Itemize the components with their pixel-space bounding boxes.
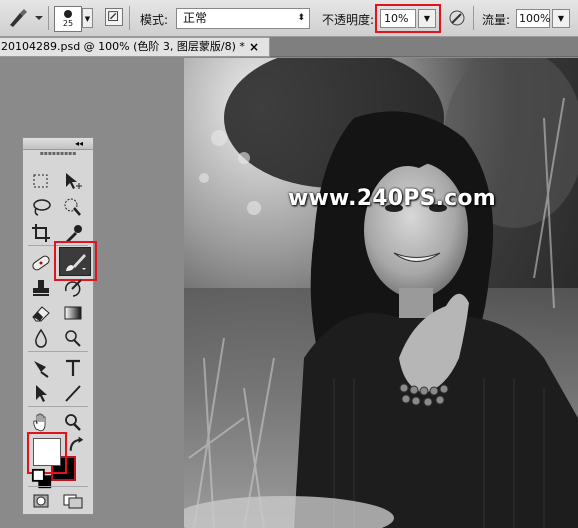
- mode-label: 模式:: [140, 13, 169, 27]
- zoom-icon[interactable]: [60, 411, 86, 433]
- pen-icon[interactable]: [28, 357, 54, 379]
- grip-icon[interactable]: ▪▪▪▪▪▪▪▪▪: [23, 150, 93, 158]
- crop-icon[interactable]: [28, 222, 54, 244]
- flow-input[interactable]: 100%: [516, 9, 550, 28]
- document-title: 20104289.psd @ 100% (色阶 3, 图层蒙版/8) *: [1, 40, 245, 53]
- type-icon[interactable]: [60, 357, 86, 379]
- divider: [28, 486, 88, 487]
- brush-dropdown-button[interactable]: ▼: [82, 8, 93, 28]
- path-select-icon[interactable]: [28, 382, 54, 404]
- flow-label: 流量:: [482, 13, 511, 27]
- swap-colors-icon[interactable]: [64, 435, 84, 451]
- opacity-label: 不透明度:: [322, 13, 375, 27]
- divider: [28, 351, 88, 352]
- marquee-icon[interactable]: [28, 170, 54, 192]
- move-icon[interactable]: [60, 170, 86, 192]
- toolbox-header[interactable]: ◂◂: [23, 138, 93, 150]
- tab-strip: [270, 37, 578, 57]
- screen-mode-icon[interactable]: [60, 490, 86, 512]
- divider: [28, 406, 88, 407]
- opacity-input[interactable]: 10%: [380, 9, 416, 28]
- default-colors-icon[interactable]: [29, 468, 52, 489]
- separator: [129, 6, 130, 30]
- hand-icon[interactable]: [28, 411, 54, 433]
- gradient-icon[interactable]: [60, 302, 86, 324]
- airbrush-icon[interactable]: [447, 8, 467, 28]
- history-brush-icon[interactable]: [60, 277, 86, 299]
- brush-tip-icon: [64, 10, 72, 18]
- options-bar: 25 ▼ 模式: 正常 ⬍ 不透明度: 10% ▼ 流量: 100% ▼: [0, 0, 578, 37]
- healing-brush-icon[interactable]: [28, 252, 54, 274]
- separator: [473, 6, 474, 30]
- clone-stamp-icon[interactable]: [28, 277, 54, 299]
- eraser-icon[interactable]: [28, 302, 54, 324]
- quick-mask-icon[interactable]: [28, 490, 54, 512]
- lasso-icon[interactable]: [28, 196, 54, 218]
- blend-mode-select[interactable]: 正常 ⬍: [176, 8, 310, 29]
- brush-size-label: 25: [62, 19, 74, 28]
- blur-icon[interactable]: [28, 327, 54, 349]
- line-icon[interactable]: [60, 382, 86, 404]
- separator: [48, 6, 49, 30]
- tool-preset-picker[interactable]: [6, 7, 44, 29]
- quick-select-icon[interactable]: [60, 196, 86, 218]
- watermark-text: www.240PS.com: [288, 186, 496, 211]
- brush-panel-toggle-icon[interactable]: [105, 8, 123, 26]
- brush-tool-highlight-box: [54, 241, 97, 281]
- blend-mode-value: 正常: [183, 11, 208, 25]
- document-canvas[interactable]: www.240PS.com: [184, 58, 578, 528]
- photo: [184, 58, 578, 528]
- flow-dropdown-button[interactable]: ▼: [552, 9, 570, 28]
- brush-preset-picker[interactable]: 25: [54, 6, 82, 32]
- opacity-dropdown-button[interactable]: ▼: [418, 9, 436, 28]
- collapse-icon[interactable]: ◂◂: [75, 139, 83, 148]
- document-tab[interactable]: 20104289.psd @ 100% (色阶 3, 图层蒙版/8) * ×: [0, 37, 270, 57]
- dodge-icon[interactable]: [60, 327, 86, 349]
- close-icon[interactable]: ×: [249, 38, 259, 56]
- chevron-updown-icon: ⬍: [297, 13, 305, 23]
